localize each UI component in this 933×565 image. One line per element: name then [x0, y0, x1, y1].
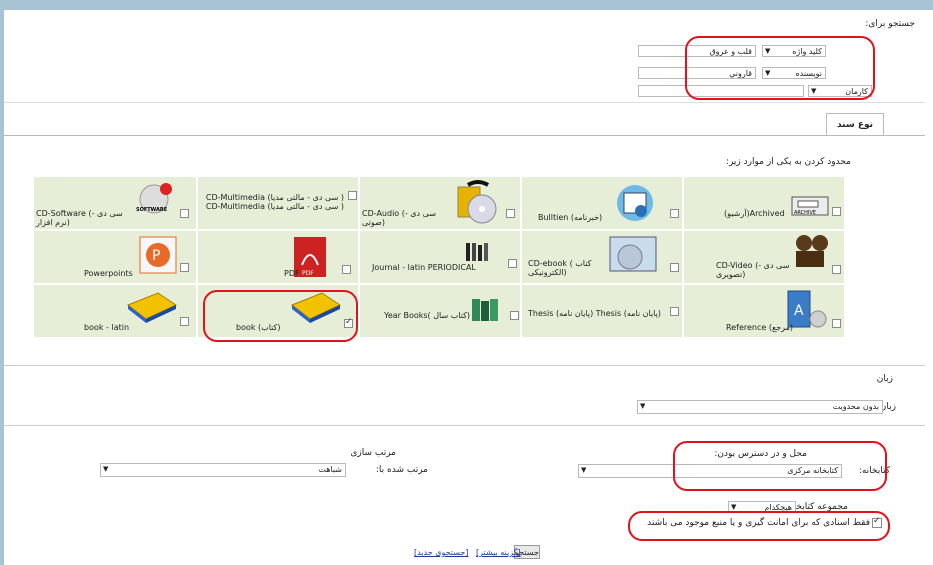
highlight-oval-search — [685, 36, 875, 100]
software-icon: SOFTWARE — [136, 183, 172, 214]
doc-type-checkbox[interactable] — [508, 259, 517, 268]
doc-type-checkbox[interactable] — [670, 209, 679, 218]
search-for-title: جستجو برای: — [865, 19, 915, 29]
doc-type-label: CD-Audio (سی دی - صوتی) — [362, 209, 437, 227]
svg-text:A: A — [794, 303, 804, 319]
top-frame-bar — [0, 0, 933, 10]
svg-text:P: P — [152, 248, 160, 264]
doc-type-cd-multimedia[interactable]: CD-Multimedia (سی دی - مالتی مدیا ) CD-M… — [196, 177, 360, 231]
doc-type-reference[interactable]: A Reference (مرجع) — [682, 285, 846, 339]
doc-type-label: Reference (مرجع) — [726, 323, 793, 332]
doc-type-label: CD-Multimedia (سی دی - مالتی مدیا ) CD-M… — [205, 193, 344, 211]
chevron-down-icon: ▼ — [103, 465, 109, 473]
doc-type-checkbox[interactable] — [670, 263, 679, 272]
new-search-link[interactable]: [جستجوی جدید] — [414, 548, 468, 557]
newsletter-icon — [617, 185, 653, 221]
doc-type-thesis[interactable]: Thesis (پایان نامه) Thesis (پایان نامه) — [520, 285, 684, 339]
video-camera-icon — [796, 235, 828, 267]
ebook-icon — [609, 236, 657, 272]
doc-type-powerpoints[interactable]: P Powerpoints — [34, 231, 198, 285]
tab-divider — [4, 135, 925, 136]
chevron-down-icon: ▼ — [581, 466, 587, 474]
language-select[interactable]: بدون محدویت ▼ — [637, 400, 883, 414]
more-options-link[interactable]: [گزینه بیشتر] — [476, 548, 521, 557]
doc-type-checkbox[interactable] — [180, 317, 189, 326]
doc-type-cd-audio[interactable]: CD-Audio (سی دی - صوتی) — [358, 177, 522, 231]
doc-type-journal[interactable]: Journal - latin PERIODICAL — [358, 231, 522, 285]
doc-type-checkbox[interactable] — [510, 311, 519, 320]
doc-type-label: Journal - latin PERIODICAL — [372, 263, 476, 272]
doc-type-label: PDF — [284, 269, 300, 278]
svg-text:SOFTWARE: SOFTWARE — [136, 207, 168, 213]
doc-type-year-books[interactable]: Year Books( کتاب سال) — [358, 285, 522, 339]
limit-label: محدود کردن به یکی از موارد زیر: — [725, 157, 851, 167]
doc-type-checkbox[interactable] — [832, 207, 841, 216]
doc-type-cd-software[interactable]: SOFTWARE CD-Software (سی دی - نرم افزار) — [34, 177, 198, 231]
powerpoint-icon: P — [139, 236, 177, 274]
doc-type-grid: ARCHIVE (آرشیو)Archived Bulltien (خبرنام… — [18, 177, 849, 341]
doc-type-checkbox[interactable] — [832, 265, 841, 274]
doc-type-book-latin[interactable]: book - latin — [34, 285, 198, 339]
sort-select[interactable]: شباهت ▼ — [100, 463, 346, 477]
sort-section-title: مرتب سازی — [350, 448, 396, 458]
section-divider — [4, 425, 925, 426]
cd-audio-icon — [457, 180, 497, 224]
doc-type-label: Bulltien (خبرنامه) — [538, 213, 603, 222]
svg-text:PDF: PDF — [302, 270, 314, 277]
doc-type-cd-video[interactable]: CD-Video (سی دی - تصویری) — [682, 231, 846, 285]
highlight-oval-book — [203, 290, 358, 342]
doc-type-label: CD-Software (سی دی - نرم افزار) — [36, 209, 123, 227]
book-latin-icon — [127, 292, 178, 323]
highlight-oval-library — [673, 441, 887, 491]
highlight-oval-available — [628, 511, 890, 541]
doc-type-label: (آرشیو)Archived — [724, 209, 785, 218]
sort-select-value: شباهت — [318, 465, 342, 474]
archive-icon: ARCHIVE — [791, 196, 829, 216]
search-for-panel: جستجو برای: کلید واژه ▼ قلب و عروق نویسن… — [4, 10, 925, 103]
doc-type-bulletin[interactable]: Bulltien (خبرنامه) — [520, 177, 684, 231]
tab-doc-type[interactable]: نوع سند — [826, 113, 884, 136]
doc-type-checkbox[interactable] — [342, 265, 351, 274]
section-divider — [4, 365, 925, 366]
doc-type-checkbox[interactable] — [180, 263, 189, 272]
sort-label: مرتب شده با: — [375, 465, 428, 475]
doc-type-checkbox[interactable] — [506, 209, 515, 218]
doc-type-cd-ebook[interactable]: CD-ebook ( کتاب الکترونیکی) — [520, 231, 684, 285]
doc-type-checkbox[interactable] — [180, 209, 189, 218]
doc-type-checkbox[interactable] — [348, 191, 357, 200]
doc-type-label: CD-ebook ( کتاب الکترونیکی) — [528, 259, 592, 277]
chevron-down-icon: ▼ — [640, 402, 646, 410]
doc-type-label: Year Books( کتاب سال) — [384, 311, 471, 320]
yearbook-icon — [472, 299, 498, 321]
doc-type-label: Thesis (پایان نامه) Thesis (پایان نامه) — [528, 309, 661, 318]
doc-type-label: Powerpoints — [84, 269, 133, 278]
doc-type-pdf[interactable]: PDF PDF — [196, 231, 360, 285]
doc-type-label: book - latin — [84, 323, 130, 332]
doc-type-archived[interactable]: ARCHIVE (آرشیو)Archived — [682, 177, 846, 231]
doc-type-checkbox[interactable] — [832, 319, 841, 328]
doc-type-label: CD-Video (سی دی - تصویری) — [716, 261, 790, 279]
svg-text:ARCHIVE: ARCHIVE — [794, 210, 816, 216]
doc-type-checkbox[interactable] — [670, 307, 679, 316]
language-select-value: بدون محدویت — [832, 402, 879, 411]
language-section-title: زبان — [876, 374, 893, 384]
